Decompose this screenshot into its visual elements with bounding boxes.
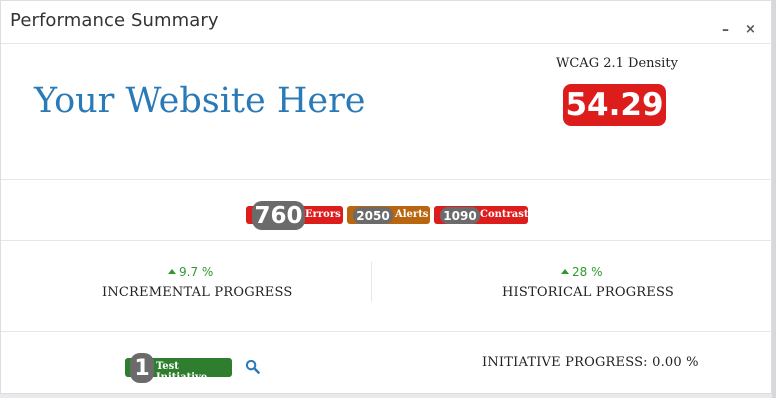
density-score-badge: 54.29 xyxy=(563,84,666,126)
contrast-count: 1090 xyxy=(440,207,480,224)
historical-progress-number: 28 % xyxy=(572,265,603,279)
incremental-progress-number: 9.7 % xyxy=(179,265,214,279)
panel-title: Performance Summary xyxy=(10,10,219,31)
header-divider xyxy=(1,43,773,44)
errors-label: Errors xyxy=(305,209,341,220)
historical-progress-value: 28 % xyxy=(561,265,603,279)
density-label: WCAG 2.1 Density xyxy=(556,56,678,71)
progress-section-divider xyxy=(1,331,773,332)
summary-divider xyxy=(1,179,773,180)
initiative-progress: INITIATIVE PROGRESS: 0.00 % xyxy=(482,355,699,370)
page-scrollbar[interactable] xyxy=(772,0,776,398)
alerts-count: 2050 xyxy=(353,207,393,224)
alerts-label: Alerts xyxy=(395,209,429,220)
errors-count: 760 xyxy=(252,201,305,230)
minimize-button[interactable]: – xyxy=(722,23,729,37)
incremental-progress-value: 9.7 % xyxy=(168,265,213,279)
performance-summary-panel: Performance Summary – × Your Website Her… xyxy=(0,0,773,394)
contrast-label: Contrast xyxy=(480,209,529,220)
website-name: Your Website Here xyxy=(34,81,366,121)
trend-up-icon xyxy=(168,269,176,274)
issues-divider xyxy=(1,240,773,241)
historical-progress-label: HISTORICAL PROGRESS xyxy=(502,285,674,300)
search-icon[interactable] xyxy=(245,359,260,374)
close-button[interactable]: × xyxy=(745,23,756,37)
progress-divider xyxy=(371,262,372,302)
trend-up-icon xyxy=(561,269,569,274)
initiative-label: Test Initiative xyxy=(156,361,208,383)
incremental-progress-label: INCREMENTAL PROGRESS xyxy=(102,285,293,300)
initiative-count: 1 xyxy=(130,353,154,383)
